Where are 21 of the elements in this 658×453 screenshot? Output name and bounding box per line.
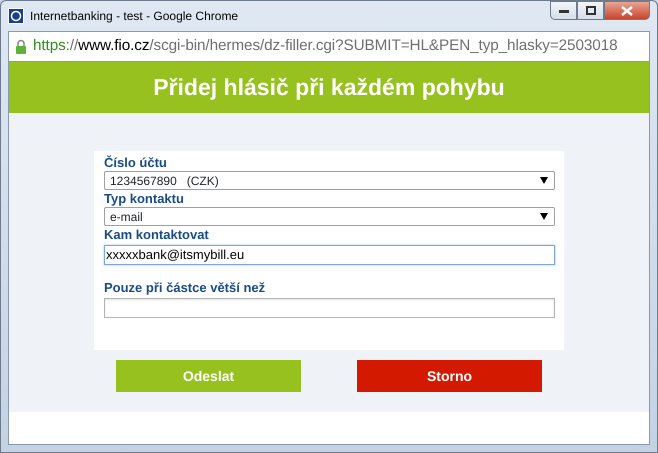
lock-icon: [15, 38, 27, 54]
close-icon: [621, 6, 633, 16]
dropdown[interactable]: 1234567890 (CZK): [104, 171, 555, 190]
minimize-icon: [558, 8, 568, 12]
minimize-button[interactable]: [550, 1, 577, 20]
app-icon: [8, 8, 24, 24]
page-title: Přidej hlásič při každém pohybu: [153, 73, 505, 102]
maximize-icon: [586, 6, 596, 15]
window-title: Internetbanking - test - Google Chrome: [30, 8, 238, 25]
close-button[interactable]: [604, 1, 650, 20]
input-field[interactable]: [104, 298, 555, 318]
field-label: Kam kontaktovat: [104, 227, 210, 243]
dropdown[interactable]: e-mail: [104, 207, 555, 226]
cancel-button[interactable]: Storno: [357, 360, 542, 392]
field-label: Pouze při částce větší než: [104, 280, 266, 296]
field-label: Číslo účtu: [104, 155, 168, 171]
maximize-button[interactable]: [577, 1, 604, 20]
field-label: Typ kontaktu: [104, 191, 185, 207]
input-field[interactable]: xxxxxbank@itsmybill.eu: [104, 244, 555, 264]
caret-icon: [540, 213, 548, 220]
caret-icon: [540, 177, 548, 184]
